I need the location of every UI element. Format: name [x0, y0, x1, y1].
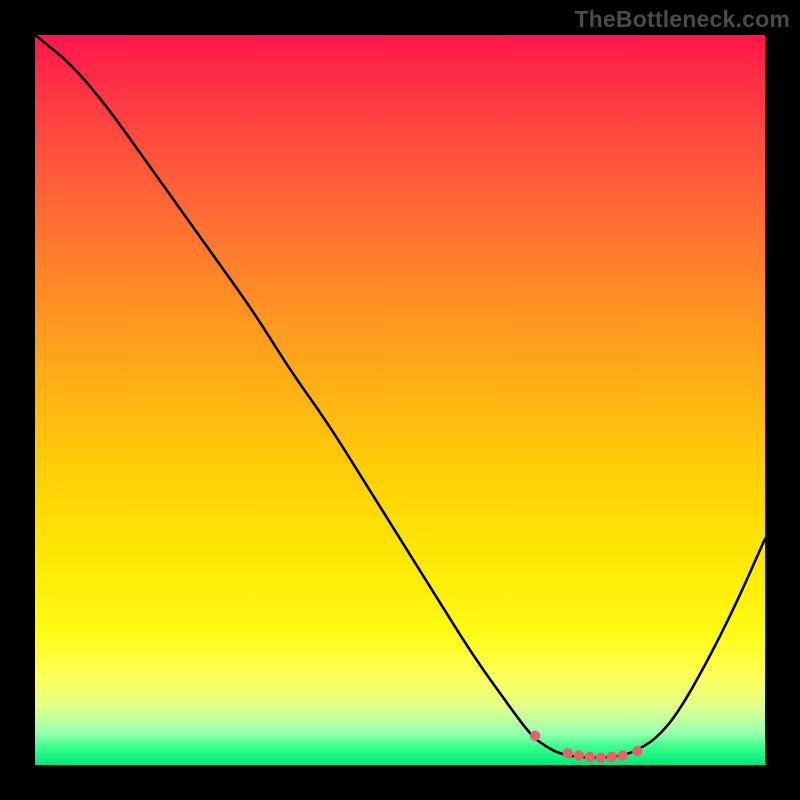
marker-dot [617, 750, 627, 760]
chart-frame: TheBottleneck.com [0, 0, 800, 800]
marker-dot [585, 752, 595, 762]
marker-dot [574, 750, 584, 760]
marker-dot [607, 752, 617, 762]
curve-layer [35, 35, 765, 765]
bottleneck-curve-path [35, 35, 765, 758]
marker-dot [563, 748, 573, 758]
marker-dot [632, 746, 642, 756]
marker-dot [530, 731, 540, 741]
watermark-text: TheBottleneck.com [574, 6, 790, 33]
marker-dot [596, 753, 606, 763]
plot-area [35, 35, 765, 765]
